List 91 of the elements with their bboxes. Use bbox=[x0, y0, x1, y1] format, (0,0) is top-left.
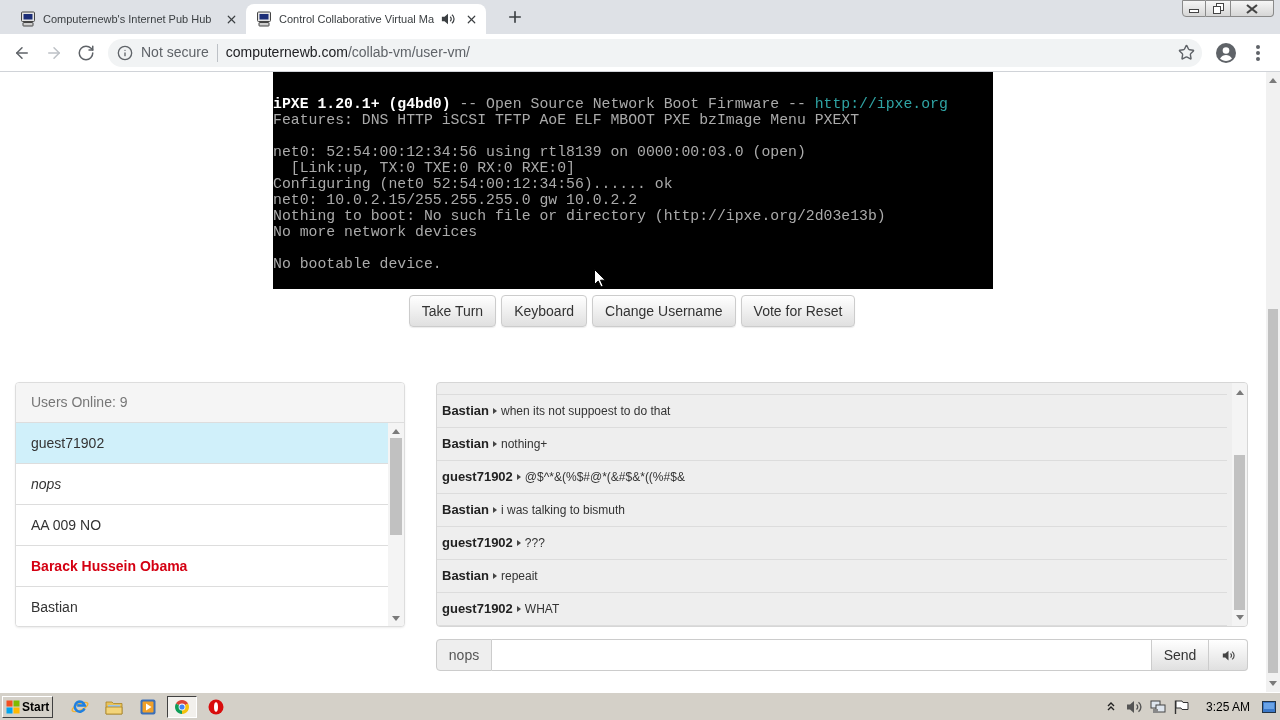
scrollbar-thumb[interactable] bbox=[390, 438, 402, 535]
chat-message: repeait bbox=[500, 568, 538, 585]
users-online-header: Users Online: 9 bbox=[16, 383, 404, 423]
minimize-button[interactable] bbox=[1182, 0, 1206, 17]
menu-icon bbox=[1256, 44, 1260, 61]
chat-username: Bastian bbox=[442, 435, 489, 454]
caret-right-icon bbox=[492, 408, 497, 414]
chat-message: ??? bbox=[524, 535, 545, 552]
vm-action-button[interactable]: Vote for Reset bbox=[740, 295, 856, 327]
start-button[interactable]: Start bbox=[2, 695, 53, 718]
console-line: net0: 52:54:00:12:34:56 using rtl8139 on 0000:00:03.0 (open) bbox=[273, 144, 806, 160]
console-url: http://ipxe.org bbox=[814, 96, 948, 112]
computer-icon bbox=[20, 11, 36, 27]
sound-button[interactable] bbox=[1209, 639, 1248, 671]
caret-right-icon bbox=[516, 474, 521, 480]
account-icon bbox=[1216, 42, 1236, 63]
console-line: net0: 10.0.2.15/255.255.255.0 gw 10.0.2.2 bbox=[273, 192, 638, 208]
console-line: No more network devices bbox=[273, 224, 478, 240]
console-line: iPXE 1.20.1+ (g4bd0) -- Open Source Network Boot Firmware -- http://ipxe.org bbox=[273, 96, 948, 112]
console-line: [Link:up, TX:0 TXE:0 RX:0 RXE:0] bbox=[289, 160, 575, 176]
chat-message: nothing+ bbox=[500, 436, 548, 453]
user-list-item[interactable]: nops bbox=[16, 464, 388, 505]
e-logo-icon bbox=[71, 698, 89, 715]
chat-message: when its not suppoest to do that bbox=[500, 403, 671, 420]
vm-action-button[interactable]: Change Username bbox=[592, 295, 736, 327]
o-logo-icon bbox=[208, 698, 224, 715]
browser-logo-icon bbox=[174, 698, 190, 715]
caret-right-icon bbox=[516, 606, 521, 612]
minimize-icon bbox=[1189, 9, 1199, 13]
scroll-down-icon[interactable] bbox=[1269, 681, 1277, 686]
chat-username: Bastian bbox=[442, 402, 489, 421]
vm-action-button[interactable]: Take Turn bbox=[408, 295, 497, 327]
chat-message: @$^*&(%$#@*(&#$&*((%#$& bbox=[524, 469, 685, 486]
restore-icon bbox=[1212, 3, 1224, 14]
network-icon[interactable] bbox=[1149, 698, 1166, 715]
console-line: Nothing to boot: No such file or directory (http://ipxe.org/2d03e13b) bbox=[273, 208, 886, 224]
vm-screen[interactable] bbox=[273, 72, 993, 289]
taskbar-app-button[interactable] bbox=[167, 695, 197, 718]
chat-username: guest71902 bbox=[442, 534, 513, 553]
console-line: Configuring (net0 52:54:00:12:34:56)...... ok bbox=[273, 176, 673, 192]
page-scrollbar[interactable] bbox=[1266, 72, 1280, 692]
username-label: nops bbox=[436, 639, 492, 671]
scroll-down-icon[interactable] bbox=[1235, 615, 1244, 620]
chat-message: i was talking to bismuth bbox=[500, 502, 626, 519]
folder-icon bbox=[105, 698, 123, 715]
security-label: Not secure bbox=[141, 43, 209, 62]
chat-username: Bastian bbox=[442, 501, 489, 520]
list-scrollbar[interactable] bbox=[388, 423, 404, 626]
close-window-button[interactable] bbox=[1231, 0, 1274, 17]
flag-icon[interactable] bbox=[1172, 698, 1189, 715]
computer-icon bbox=[256, 11, 272, 27]
scroll-up-icon[interactable] bbox=[1235, 390, 1244, 395]
clock[interactable]: 3:25 AM bbox=[1205, 697, 1250, 716]
scroll-up-icon[interactable] bbox=[1269, 78, 1277, 83]
console-line: No bootable device. bbox=[273, 256, 442, 272]
reload-icon bbox=[77, 43, 95, 62]
chat-username: guest71902 bbox=[442, 468, 513, 487]
scrollbar-thumb[interactable] bbox=[1268, 309, 1278, 673]
chat-input[interactable] bbox=[492, 639, 1151, 671]
user-list-item[interactable]: AA 009 NO bbox=[16, 505, 388, 546]
chat-scrollbar[interactable] bbox=[1232, 383, 1247, 626]
address-bar[interactable]: Not secure computernewb.com/collab-vm/user-vm/ bbox=[108, 38, 1202, 67]
user-list-item[interactable]: Barack Hussein Obama bbox=[16, 546, 388, 587]
scroll-down-icon[interactable] bbox=[392, 616, 400, 621]
scroll-up-icon[interactable] bbox=[392, 429, 400, 434]
browser-tab[interactable]: Control Collaborative Virtual Ma bbox=[246, 4, 487, 34]
vm-action-button[interactable]: Keyboard bbox=[501, 295, 588, 327]
caret-right-icon bbox=[492, 507, 497, 513]
speaker-icon bbox=[1221, 648, 1235, 662]
caret-right-icon bbox=[492, 441, 497, 447]
mouse-cursor-icon bbox=[594, 269, 606, 288]
windows-logo-icon bbox=[6, 699, 20, 714]
user-list-item[interactable]: Bastian bbox=[16, 587, 388, 626]
info-icon[interactable] bbox=[117, 44, 133, 61]
chat-message: WHAT bbox=[524, 601, 560, 618]
speaker-icon[interactable] bbox=[1125, 698, 1142, 715]
url-text: computernewb.com/collab-vm/user-vm/ bbox=[225, 43, 470, 62]
star-icon bbox=[1177, 44, 1195, 61]
play-icon bbox=[140, 698, 156, 715]
close-icon bbox=[1246, 3, 1258, 14]
show-desktop-icon[interactable] bbox=[1262, 700, 1276, 713]
chat-username: guest71902 bbox=[442, 600, 513, 619]
restore-button[interactable] bbox=[1206, 0, 1231, 17]
chevron-up-icon[interactable] bbox=[1106, 702, 1115, 711]
send-button[interactable]: Send bbox=[1151, 639, 1209, 671]
chat-username: Bastian bbox=[442, 567, 489, 586]
scrollbar-thumb[interactable] bbox=[1234, 455, 1245, 610]
console-line: Features: DNS HTTP iSCSI TFTP AoE ELF MBOOT PXE bzImage Menu PXEXT bbox=[273, 112, 860, 128]
caret-right-icon bbox=[492, 573, 497, 579]
caret-right-icon bbox=[516, 540, 521, 546]
user-list-item[interactable]: guest71902 bbox=[16, 423, 388, 464]
